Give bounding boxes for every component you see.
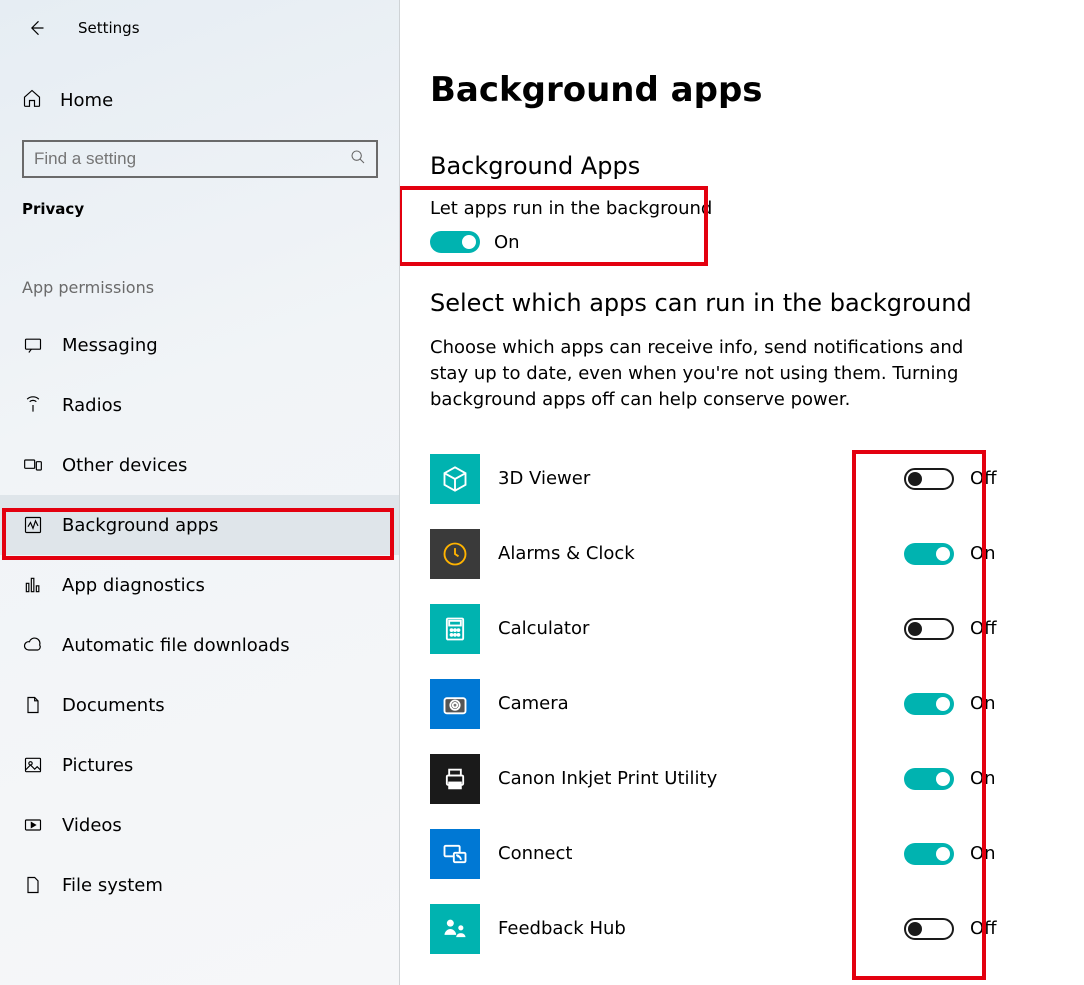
app-list: 3D Viewer Off Alarms & Clock On Calculator Of… <box>430 441 1024 966</box>
app-row: Canon Inkjet Print Utility On <box>430 741 1024 816</box>
sidebar-item-radios[interactable]: Radios <box>0 375 400 435</box>
section-description: Choose which apps can receive info, send… <box>430 335 990 413</box>
connect-icon <box>430 829 480 879</box>
window-title: Settings <box>78 19 140 37</box>
sidebar-item-label: Messaging <box>62 335 158 356</box>
app-row: Camera On <box>430 666 1024 741</box>
app-toggle[interactable] <box>904 768 954 790</box>
app-name-label: Alarms & Clock <box>498 543 904 564</box>
cloud-icon <box>22 635 44 655</box>
master-toggle-state: On <box>494 232 520 253</box>
app-toggle[interactable] <box>904 618 954 640</box>
app-toggle-state: Off <box>970 618 997 639</box>
app-row: Feedback Hub Off <box>430 891 1024 966</box>
activity-icon <box>22 515 44 535</box>
category-heading: Privacy <box>0 200 400 218</box>
app-name-label: Connect <box>498 843 904 864</box>
clock-icon <box>430 529 480 579</box>
sidebar: Settings Home Privacy App permissions Me… <box>0 0 400 985</box>
section-select-apps: Select which apps can run in the backgro… <box>430 289 1024 317</box>
picture-icon <box>22 755 44 775</box>
devices-icon <box>22 455 44 475</box>
app-row: Connect On <box>430 816 1024 891</box>
arrow-left-icon <box>26 18 46 38</box>
page-title: Background apps <box>430 70 1024 110</box>
home-label: Home <box>60 90 113 111</box>
app-name-label: Calculator <box>498 618 904 639</box>
sidebar-item-messaging[interactable]: Messaging <box>0 315 400 375</box>
app-toggle[interactable] <box>904 543 954 565</box>
search-icon <box>350 149 366 169</box>
camera-icon <box>430 679 480 729</box>
back-button[interactable] <box>22 14 50 42</box>
sidebar-item-label: Documents <box>62 695 165 716</box>
sidebar-item-pictures[interactable]: Pictures <box>0 735 400 795</box>
document-icon <box>22 695 44 715</box>
app-name-label: 3D Viewer <box>498 468 904 489</box>
search-container <box>22 140 378 178</box>
sidebar-item-label: Automatic file downloads <box>62 635 290 656</box>
app-name-label: Camera <box>498 693 904 714</box>
sidebar-item-app-diagnostics[interactable]: App diagnostics <box>0 555 400 615</box>
app-toggle-state: On <box>970 693 996 714</box>
message-icon <box>22 335 44 355</box>
app-row: Calculator Off <box>430 591 1024 666</box>
sidebar-item-label: Videos <box>62 815 122 836</box>
section-background-apps: Background Apps <box>430 152 1024 180</box>
app-name-label: Canon Inkjet Print Utility <box>498 768 904 789</box>
sidebar-item-background-apps[interactable]: Background apps <box>0 495 400 555</box>
sidebar-item-documents[interactable]: Documents <box>0 675 400 735</box>
sidebar-item-label: File system <box>62 875 163 896</box>
app-row: Alarms & Clock On <box>430 516 1024 591</box>
app-toggle-state: Off <box>970 468 997 489</box>
home-icon <box>22 88 42 112</box>
sidebar-item-label: App diagnostics <box>62 575 205 596</box>
file-icon <box>22 875 44 895</box>
group-heading: App permissions <box>0 278 400 297</box>
app-toggle-state: On <box>970 768 996 789</box>
app-toggle-state: On <box>970 543 996 564</box>
search-input[interactable] <box>22 140 378 178</box>
diag-icon <box>22 575 44 595</box>
app-toggle[interactable] <box>904 468 954 490</box>
app-row: 3D Viewer Off <box>430 441 1024 516</box>
app-toggle-state: Off <box>970 918 997 939</box>
sidebar-item-label: Pictures <box>62 755 133 776</box>
sidebar-item-automatic-file-downloads[interactable]: Automatic file downloads <box>0 615 400 675</box>
app-toggle[interactable] <box>904 693 954 715</box>
radio-icon <box>22 395 44 415</box>
sidebar-item-label: Radios <box>62 395 122 416</box>
app-toggle[interactable] <box>904 918 954 940</box>
app-toggle-state: On <box>970 843 996 864</box>
feedback-icon <box>430 904 480 954</box>
app-name-label: Feedback Hub <box>498 918 904 939</box>
sidebar-item-label: Background apps <box>62 515 218 536</box>
sidebar-item-other-devices[interactable]: Other devices <box>0 435 400 495</box>
sidebar-item-videos[interactable]: Videos <box>0 795 400 855</box>
printer-icon <box>430 754 480 804</box>
home-nav-item[interactable]: Home <box>0 78 400 122</box>
calc-icon <box>430 604 480 654</box>
main-panel: Background apps Background Apps Let apps… <box>400 0 1084 985</box>
sidebar-item-label: Other devices <box>62 455 187 476</box>
nav-list: Messaging Radios Other devices Background a… <box>0 315 400 915</box>
sidebar-item-file-system[interactable]: File system <box>0 855 400 915</box>
app-toggle[interactable] <box>904 843 954 865</box>
master-toggle[interactable] <box>430 231 480 253</box>
master-toggle-label: Let apps run in the background <box>430 198 1024 219</box>
cube-icon <box>430 454 480 504</box>
video-icon <box>22 815 44 835</box>
